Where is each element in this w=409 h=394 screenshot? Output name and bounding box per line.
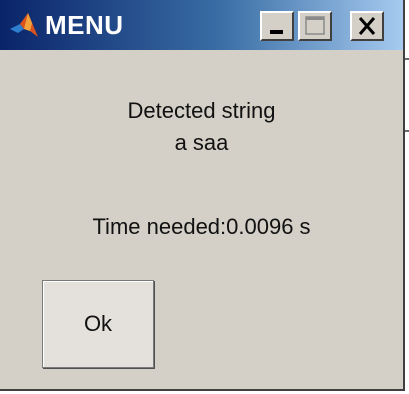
dialog-window: MENU Detected string a saa Time needed:0… [0,0,405,391]
detected-string-value: a saa [174,130,229,155]
detected-string-label: Detected string [127,98,276,123]
minimize-icon [270,30,283,34]
matlab-logo-icon [8,9,40,41]
close-icon [358,17,376,35]
edge-mark [405,130,409,132]
maximize-icon [305,16,325,35]
close-button[interactable] [350,11,384,41]
time-needed-text: Time needed:0.0096 s [92,214,311,239]
window-title: MENU [45,10,124,40]
dialog-content: Detected string a saa Time needed:0.0096… [0,50,403,389]
edge-mark [405,58,409,60]
title-bar[interactable]: MENU [0,0,403,50]
ok-button[interactable]: Ok [42,280,154,368]
minimize-button[interactable] [260,11,294,41]
maximize-button[interactable] [298,11,332,41]
